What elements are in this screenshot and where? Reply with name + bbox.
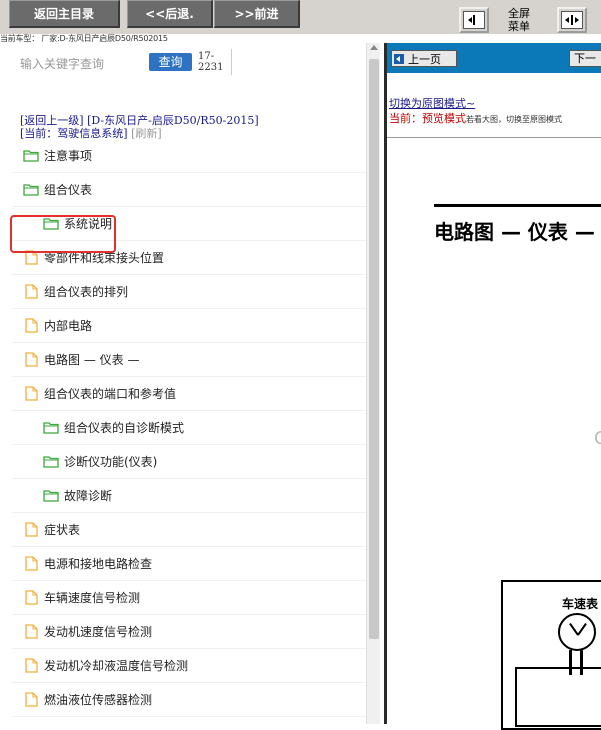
current-mode-text: 当前：预览模式若看大图，切换至原图模式 bbox=[389, 112, 562, 125]
back-to-main-button[interactable]: 返回主目录 bbox=[9, 0, 120, 28]
breadcrumb-path: [D-东风日产-启辰D50/R50-2015] bbox=[87, 114, 259, 127]
tree-item[interactable]: 车辆速度信号检测 bbox=[12, 581, 372, 615]
forward-button[interactable]: >>前进 bbox=[214, 0, 300, 28]
folder-icon bbox=[22, 149, 40, 163]
next-page-button[interactable]: 下一 bbox=[569, 50, 601, 67]
scroll-up-icon[interactable] bbox=[370, 45, 378, 50]
document-icon bbox=[22, 284, 40, 299]
tree-item-label: 内部电路 bbox=[44, 319, 93, 333]
tree-item[interactable]: 组合仪表的自诊断模式 bbox=[12, 411, 372, 445]
document-icon bbox=[22, 522, 40, 537]
speedometer-label: 车速表 bbox=[562, 597, 599, 611]
back-button[interactable]: <<后退. bbox=[127, 0, 213, 28]
tree-item-label: 组合仪表的自诊断模式 bbox=[64, 421, 185, 435]
tree-item-label: 症状表 bbox=[44, 523, 81, 537]
tree-item-label: 注意事项 bbox=[44, 149, 93, 163]
switch-original-mode-link[interactable]: 切换为原图模式~ bbox=[389, 95, 475, 111]
speedometer-gauge-icon bbox=[558, 613, 596, 651]
document-heading: 电路图 — 仪表 — bbox=[434, 220, 595, 244]
folder-icon bbox=[22, 183, 40, 197]
back-up-link[interactable]: [返回上一级] bbox=[20, 114, 84, 127]
tree-item[interactable]: 症状表 bbox=[12, 513, 372, 547]
tree-item-label: 电源和接地电路检查 bbox=[44, 557, 153, 571]
query-button[interactable]: 查询 bbox=[149, 53, 192, 71]
partial-glyph: C bbox=[594, 428, 601, 449]
tree-item-label: 发动机冷却液温度信号检测 bbox=[44, 659, 189, 673]
tree-item[interactable]: 燃油液位传感器检测 bbox=[12, 683, 372, 717]
tree-item-label: 故障诊断 bbox=[64, 489, 113, 503]
tree-item-label: 组合仪表的端口和参考值 bbox=[44, 387, 177, 401]
tree-item[interactable]: 电路图 — 仪表 — bbox=[12, 343, 372, 377]
circuit-inner-frame bbox=[515, 667, 601, 727]
tree-item-label: 车辆速度信号检测 bbox=[44, 591, 141, 605]
tree-item[interactable]: 故障诊断 bbox=[12, 479, 372, 513]
tree-item-label: 燃油液位传感器检测 bbox=[44, 693, 153, 707]
document-icon bbox=[22, 386, 40, 401]
highlight-annotation bbox=[10, 215, 116, 253]
tree-item-label: 诊断仪功能(仪表) bbox=[64, 455, 158, 469]
document-icon bbox=[22, 624, 40, 639]
tree-item[interactable]: 发动机冷却液温度信号检测 bbox=[12, 649, 372, 683]
tree-item[interactable]: 组合仪表的排列 bbox=[12, 275, 372, 309]
tree-item-label: 发动机速度信号检测 bbox=[44, 625, 153, 639]
document-icon bbox=[22, 692, 40, 707]
viewer-divider bbox=[387, 137, 601, 138]
document-icon bbox=[22, 658, 40, 673]
tree-item[interactable]: 注意事项 bbox=[12, 139, 372, 173]
viewer-toolbar: 上一页 下一 bbox=[387, 43, 601, 73]
search-divider bbox=[231, 49, 232, 75]
tree-item[interactable]: 内部电路 bbox=[12, 309, 372, 343]
tree-item[interactable]: 组合仪表的端口和参考值 bbox=[12, 377, 372, 411]
document-icon bbox=[22, 352, 40, 367]
navigation-panel: 输入关键字查询 查询 17- 2231 [返回上一级] [D-东风日产-启辰D5… bbox=[0, 43, 384, 724]
document-code: 17- 2231 bbox=[198, 51, 224, 73]
folder-icon bbox=[42, 421, 60, 435]
search-input[interactable]: 输入关键字查询 bbox=[20, 55, 104, 72]
folder-icon bbox=[42, 489, 60, 503]
breadcrumb: [返回上一级] [D-东风日产-启辰D50/R50-2015] [当前：驾驶信息… bbox=[20, 114, 259, 140]
left-scrollbar[interactable] bbox=[366, 43, 380, 724]
expand-panels-icon bbox=[561, 11, 583, 29]
document-viewer: 上一页 下一 切换为原图模式~ 当前：预览模式若看大图，切换至原图模式 电路图 … bbox=[384, 43, 601, 730]
document-icon bbox=[22, 556, 40, 571]
tree-item-label: 组合仪表的排列 bbox=[44, 285, 129, 299]
tree-item-label: 电路图 — 仪表 — bbox=[44, 353, 140, 367]
prev-page-button[interactable]: 上一页 bbox=[391, 50, 457, 67]
heading-rule bbox=[434, 204, 601, 207]
collapse-menu-button[interactable] bbox=[459, 7, 489, 33]
top-toolbar: 返回主目录 <<后退. >>前进 全屏 菜单 当前车型： 厂家:D-东风日产启辰… bbox=[0, 0, 601, 43]
document-icon bbox=[22, 318, 40, 333]
fullscreen-button[interactable] bbox=[557, 7, 587, 33]
arrow-left-icon bbox=[394, 53, 404, 64]
fullscreen-menu-label[interactable]: 全屏 菜单 bbox=[503, 7, 535, 33]
tree-item[interactable]: 组合仪表 bbox=[12, 173, 372, 207]
panel-toggle-icon bbox=[463, 11, 485, 29]
tree-item[interactable]: 发动机速度信号检测 bbox=[12, 615, 372, 649]
folder-icon bbox=[42, 455, 60, 469]
tree-item-label: 组合仪表 bbox=[44, 183, 93, 197]
scroll-thumb[interactable] bbox=[369, 59, 379, 639]
tree-item[interactable]: 电源和接地电路检查 bbox=[12, 547, 372, 581]
document-icon bbox=[22, 590, 40, 605]
tree-item[interactable]: 诊断仪功能(仪表) bbox=[12, 445, 372, 479]
